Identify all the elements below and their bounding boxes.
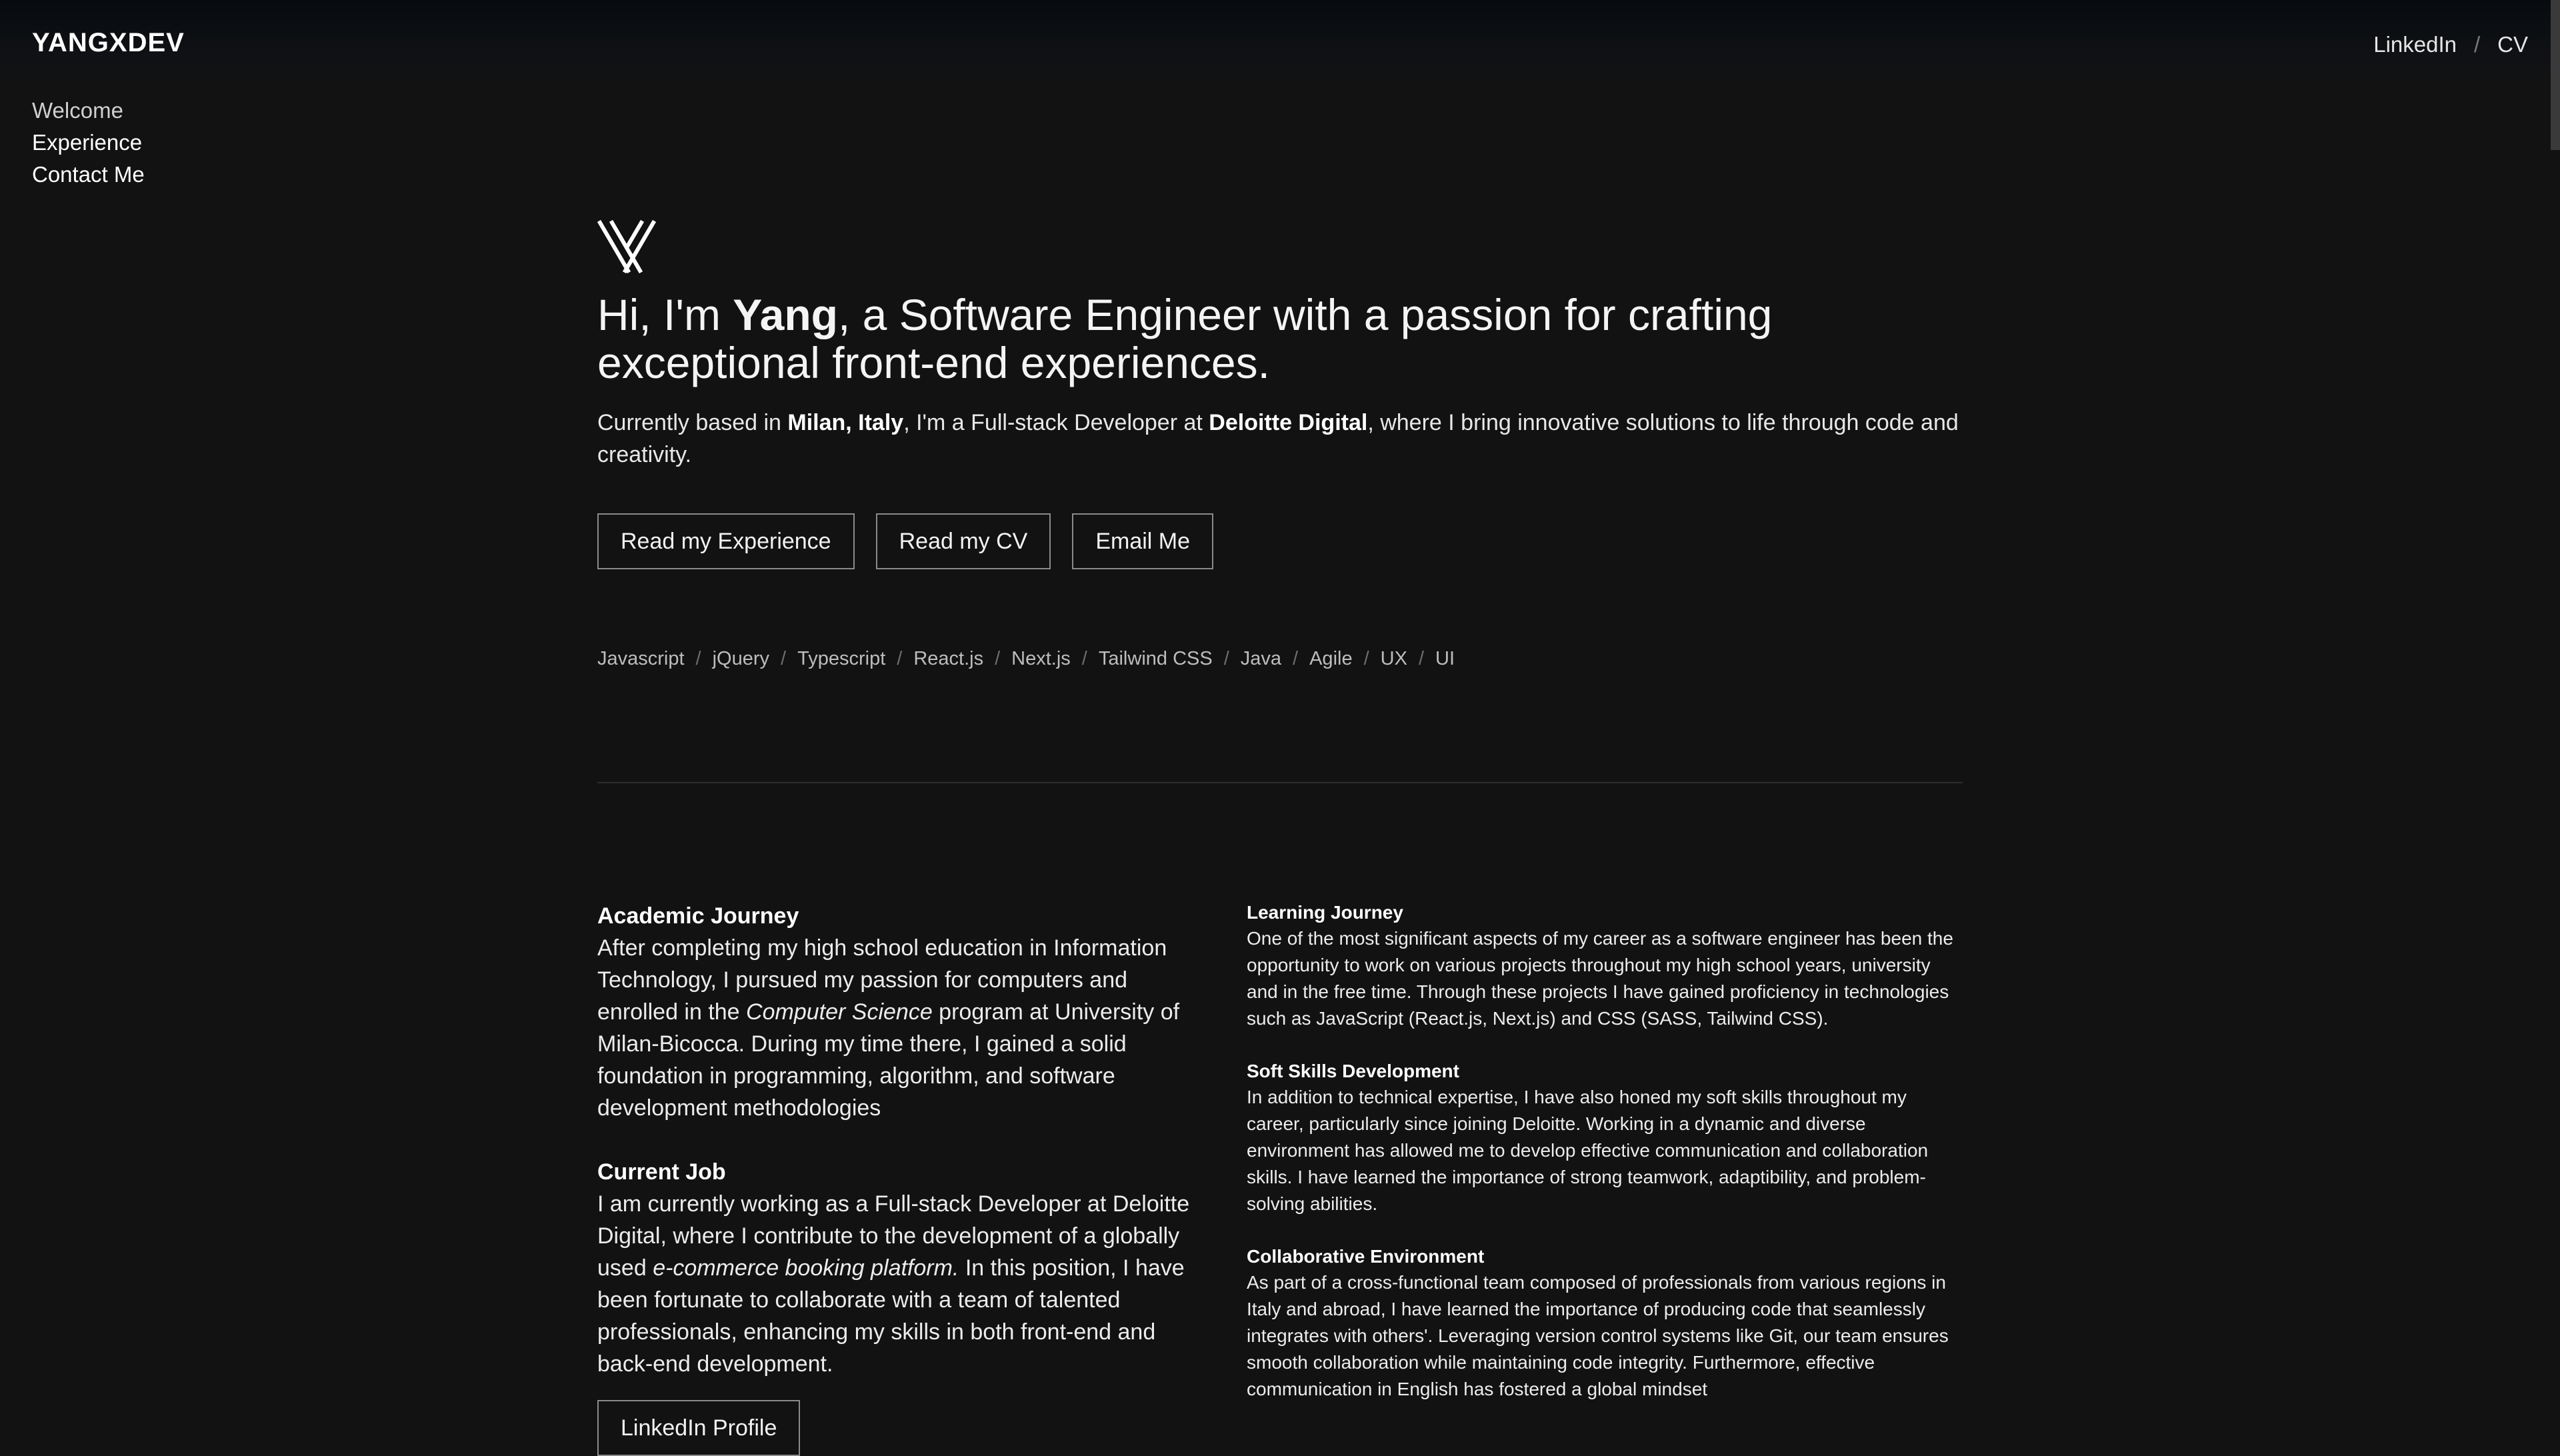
top-bar: YANGXDEV LinkedIn / CV: [0, 0, 2560, 87]
collaborative-environment-title: Collaborative Environment: [1247, 1246, 1485, 1267]
intro-company: Deloitte Digital: [1209, 410, 1368, 435]
scrollbar-thumb[interactable]: [2551, 0, 2560, 150]
hero-name: Yang: [733, 290, 838, 339]
skill-item: Tailwind CSS: [1098, 648, 1213, 669]
learning-journey-text: One of the most significant aspects of m…: [1247, 928, 1953, 1029]
soft-skills-text: In addition to technical expertise, I ha…: [1247, 1087, 1929, 1214]
experience-left-column: Academic Journey After completing my hig…: [597, 900, 1197, 1456]
skill-separator: /: [781, 648, 787, 669]
skill-item: Java: [1240, 648, 1282, 669]
skill-item: Agile: [1309, 648, 1353, 669]
learning-journey-title: Learning Journey: [1247, 902, 1403, 923]
soft-skills-title: Soft Skills Development: [1247, 1061, 1459, 1081]
skill-separator: /: [1418, 648, 1425, 669]
current-job-title: Current Job: [597, 1159, 726, 1185]
email-me-button[interactable]: Email Me: [1072, 513, 1214, 569]
nav-item-welcome[interactable]: Welcome: [32, 95, 145, 127]
main-content: Hi, I'm Yang, a Software Engineer with a…: [597, 220, 1963, 1456]
section-divider: [597, 782, 1963, 783]
nav-item-experience[interactable]: Experience: [32, 127, 145, 159]
experience-section: Academic Journey After completing my hig…: [597, 900, 1963, 1456]
side-navigation: Welcome Experience Contact Me: [32, 95, 145, 191]
read-experience-button[interactable]: Read my Experience: [597, 513, 855, 569]
hero-actions: Read my Experience Read my CV Email Me: [597, 513, 1963, 569]
yx-monogram-logo-icon: [597, 220, 656, 273]
linkedin-profile-button[interactable]: LinkedIn Profile: [597, 1400, 801, 1456]
link-separator: /: [2473, 32, 2481, 57]
academic-journey-title: Academic Journey: [597, 903, 799, 929]
skills-list: Javascript / jQuery / Typescript / React.js…: [597, 648, 1963, 670]
hero-intro: Currently based in Milan, Italy, I'm a F…: [597, 410, 1959, 467]
intro-location: Milan, Italy: [787, 410, 904, 435]
skill-item: React.js: [913, 648, 984, 669]
skill-separator: /: [897, 648, 903, 669]
nav-item-contact[interactable]: Contact Me: [32, 159, 145, 191]
linkedin-link[interactable]: LinkedIn: [2373, 32, 2457, 57]
skill-separator: /: [1293, 648, 1299, 669]
academic-journey-text: After completing my high school educatio…: [597, 935, 1180, 1121]
skill-item: UX: [1380, 648, 1407, 669]
skill-item: Typescript: [797, 648, 886, 669]
top-links: LinkedIn / CV: [2373, 32, 2528, 57]
experience-right-column: Learning Journey One of the most signifi…: [1247, 900, 1963, 1456]
current-job-text: I am currently working as a Full-stack D…: [597, 1191, 1190, 1377]
skill-separator: /: [995, 648, 1001, 669]
hero-headline: Hi, I'm Yang, a Software Engineer with a…: [597, 290, 1773, 387]
collaborative-environment-text: As part of a cross-functional team compo…: [1247, 1272, 1949, 1399]
skill-item: Next.js: [1011, 648, 1071, 669]
skill-separator: /: [1081, 648, 1087, 669]
cv-link[interactable]: CV: [2497, 32, 2528, 57]
skill-item: Javascript: [597, 648, 685, 669]
skill-separator: /: [1363, 648, 1369, 669]
skill-item: UI: [1435, 648, 1455, 669]
skill-separator: /: [695, 648, 701, 669]
skill-separator: /: [1223, 648, 1229, 669]
brand-logo[interactable]: YANGXDEV: [32, 28, 185, 58]
read-cv-button[interactable]: Read my CV: [875, 513, 1051, 569]
skill-item: jQuery: [712, 648, 770, 669]
